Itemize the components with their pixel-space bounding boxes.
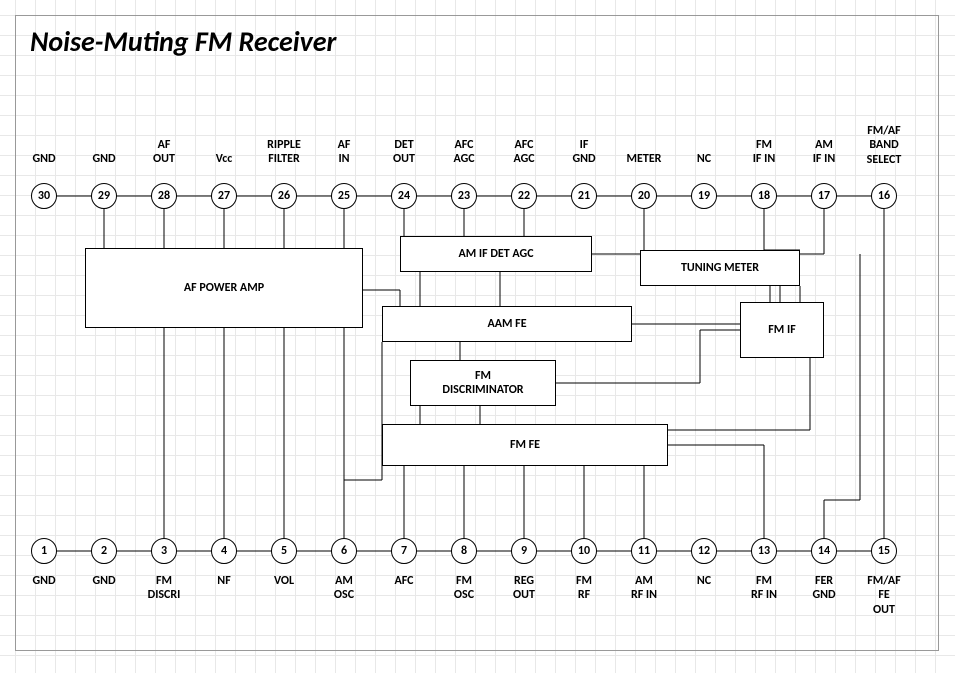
pin-1: 1 — [31, 538, 57, 564]
pin-23: 23 — [451, 183, 477, 209]
pin-4: 4 — [211, 538, 237, 564]
block-fm-discriminator: FM DISCRIMINATOR — [410, 360, 556, 406]
pin-label-19: NC — [697, 152, 711, 166]
pin-5: 5 — [271, 538, 297, 564]
pin-label-24: DET OUT — [393, 138, 415, 167]
pin-10: 10 — [571, 538, 597, 564]
pin-label-7: AFC — [394, 574, 413, 588]
pin-label-29: GND — [92, 152, 115, 166]
pin-14: 14 — [811, 538, 837, 564]
pin-label-27: Vcc — [216, 152, 233, 166]
pin-label-12: NC — [697, 574, 711, 588]
pin-15: 15 — [871, 538, 897, 564]
pin-label-25: AF IN — [338, 138, 351, 167]
pin-label-22: AFC AGC — [513, 138, 534, 167]
pin-22: 22 — [511, 183, 537, 209]
pin-label-13: FM RF IN — [751, 574, 777, 603]
block-fm-if: FM IF — [740, 302, 824, 358]
pin-8: 8 — [451, 538, 477, 564]
pin-18: 18 — [751, 183, 777, 209]
pin-label-6: AM OSC — [334, 574, 354, 603]
pin-label-15: FM/AF FE OUT — [867, 574, 900, 617]
pin-13: 13 — [751, 538, 777, 564]
pin-28: 28 — [151, 183, 177, 209]
pin-30: 30 — [31, 183, 57, 209]
pin-label-18: FM IF IN — [753, 138, 776, 167]
pin-label-1: GND — [32, 574, 55, 588]
block-tuning-meter: TUNING METER — [640, 250, 800, 286]
pin-label-17: AM IF IN — [813, 138, 836, 167]
pin-label-8: FM OSC — [454, 574, 474, 603]
pin-label-11: AM RF IN — [631, 574, 657, 603]
pin-24: 24 — [391, 183, 417, 209]
pin-2: 2 — [91, 538, 117, 564]
pin-29: 29 — [91, 183, 117, 209]
pin-label-14: FER GND — [812, 574, 835, 603]
pin-19: 19 — [691, 183, 717, 209]
pin-9: 9 — [511, 538, 537, 564]
pin-6: 6 — [331, 538, 357, 564]
pin-label-21: IF GND — [572, 138, 595, 167]
pin-17: 17 — [811, 183, 837, 209]
pin-label-20: METER — [627, 152, 662, 166]
block-aam-fe: AAM FE — [382, 306, 632, 342]
pin-11: 11 — [631, 538, 657, 564]
block-af-power-amp: AF POWER AMP — [85, 248, 363, 328]
pin-label-3: FM DISCRI — [148, 574, 181, 603]
pin-27: 27 — [211, 183, 237, 209]
block-am-if-det-agc: AM IF DET AGC — [400, 236, 592, 272]
pin-label-28: AF OUT — [153, 138, 175, 167]
pin-12: 12 — [691, 538, 717, 564]
pin-label-16: FM/AF BAND SELECT — [867, 124, 902, 167]
pin-label-23: AFC AGC — [453, 138, 474, 167]
pin-21: 21 — [571, 183, 597, 209]
block-fm-fe: FM FE — [382, 424, 668, 466]
pin-label-10: FM RF — [576, 574, 592, 603]
pin-label-26: RIPPLE FILTER — [267, 138, 301, 167]
pin-20: 20 — [631, 183, 657, 209]
pin-26: 26 — [271, 183, 297, 209]
pin-3: 3 — [151, 538, 177, 564]
pin-label-4: NF — [217, 574, 230, 588]
pin-label-5: VOL — [274, 574, 294, 588]
pin-16: 16 — [871, 183, 897, 209]
diagram-stage: 30GND29GND28AF OUT27Vcc26RIPPLE FILTER25… — [0, 0, 955, 673]
pin-label-30: GND — [32, 152, 55, 166]
pin-25: 25 — [331, 183, 357, 209]
pin-7: 7 — [391, 538, 417, 564]
pin-label-2: GND — [92, 574, 115, 588]
pin-label-9: REG OUT — [513, 574, 535, 603]
